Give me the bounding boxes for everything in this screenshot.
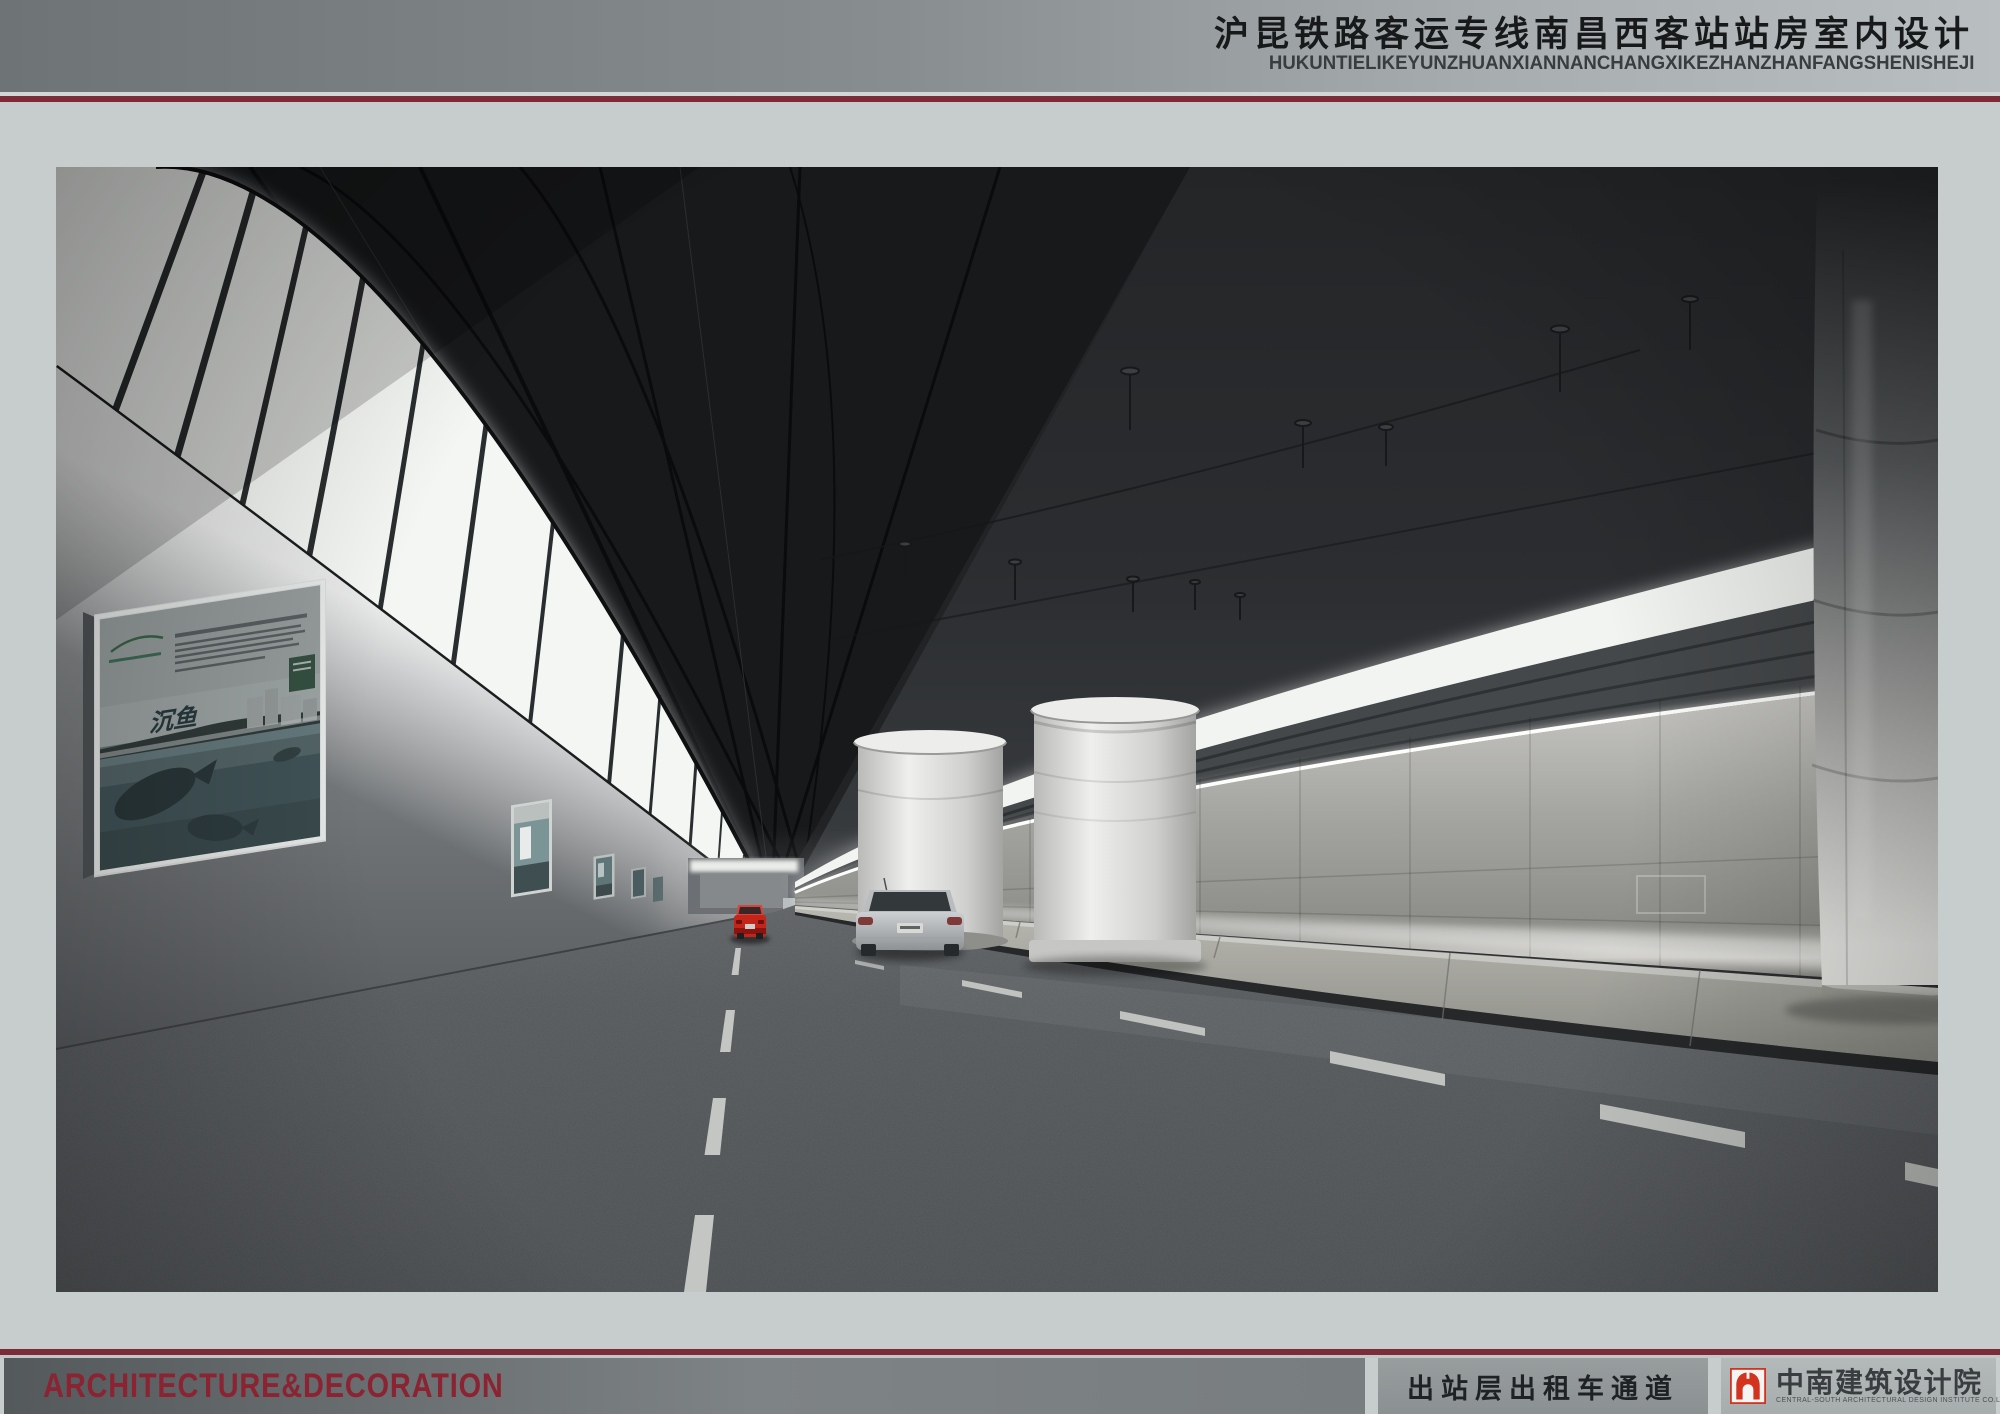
design-institute-logo-box: 中南建筑设计院 CENTRAL-SOUTH ARCHITECTURAL DESI… xyxy=(1721,1358,1996,1414)
page-title: 沪昆铁路客运专线南昌西客站站房室内设计 xyxy=(1214,17,2000,54)
logo-name-en: CENTRAL-SOUTH ARCHITECTURAL DESIGN INSTI… xyxy=(1776,1397,2000,1404)
footer: ARCHITECTURE&DECORATION 出站层出租车通道 中南建筑设计院… xyxy=(0,1358,2000,1414)
footer-brand-box: ARCHITECTURE&DECORATION xyxy=(4,1358,1365,1414)
header-divider-red xyxy=(0,96,2000,102)
header: 沪昆铁路客运专线南昌西客站站房室内设计 HUKUNTIELIKEYUNZHUAN… xyxy=(0,0,2000,92)
drawing-caption: 出站层出租车通道 xyxy=(1407,1367,1679,1406)
brand-text: ARCHITECTURE&DECORATION xyxy=(4,1367,504,1406)
presentation-board: 沪昆铁路客运专线南昌西客站站房室内设计 HUKUNTIELIKEYUNZHUAN… xyxy=(0,0,2000,1414)
drawing-caption-box: 出站层出租车通道 xyxy=(1378,1358,1708,1414)
rendering-image: 沉鱼 xyxy=(56,167,1938,1292)
design-institute-logo-icon xyxy=(1730,1368,1766,1404)
page-subtitle: HUKUNTIELIKEYUNZHUANXIANNANCHANGXIKEZHAN… xyxy=(1269,53,2000,75)
logo-name-cn: 中南建筑设计院 xyxy=(1776,1368,2000,1397)
tunnel-scene: 沉鱼 xyxy=(56,167,1938,1292)
